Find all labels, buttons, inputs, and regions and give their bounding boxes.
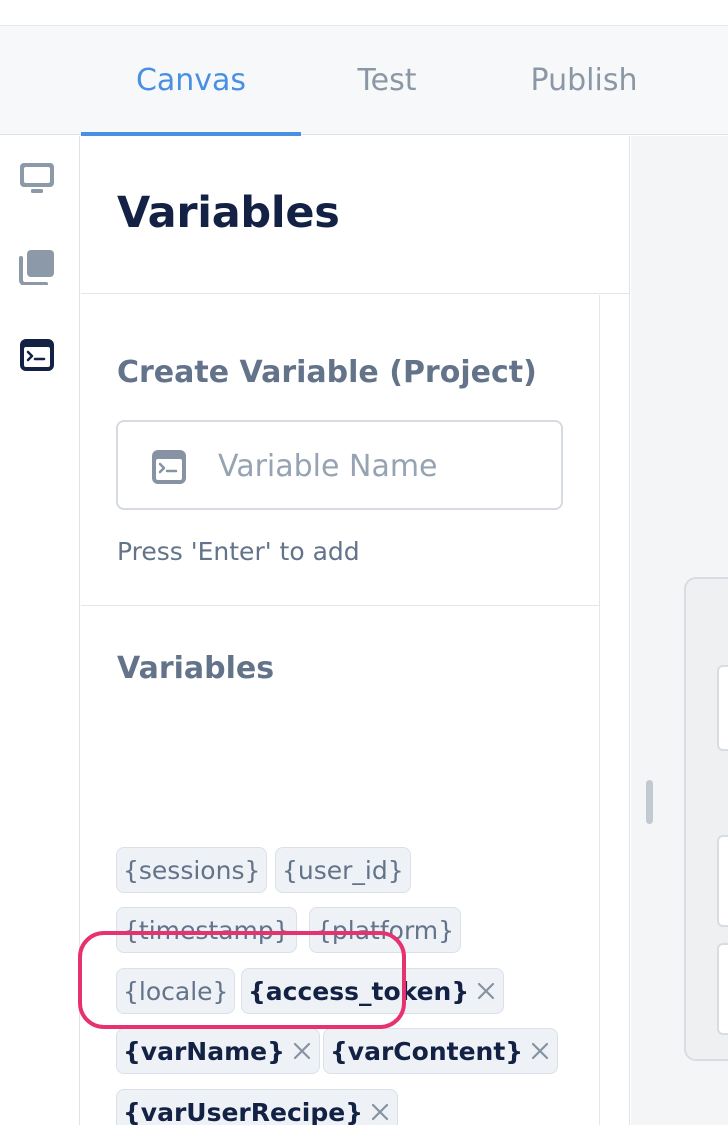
variable-icon — [152, 450, 186, 484]
variable-chip-label: {locale} — [123, 976, 229, 1006]
panel-scroll-track — [599, 295, 600, 1125]
block-step[interactable] — [717, 665, 728, 751]
remove-icon[interactable] — [529, 1040, 551, 1062]
create-variable-heading: Create Variable (Project) — [117, 355, 537, 390]
canvas-block[interactable] — [684, 577, 728, 1061]
block-step[interactable] — [717, 835, 728, 927]
page-title: Variables — [117, 188, 340, 238]
variable-name-input[interactable] — [218, 440, 548, 492]
block-step[interactable] — [717, 943, 728, 1035]
variable-chip[interactable]: {varContent} — [323, 1028, 559, 1074]
variable-chip[interactable]: {sessions} — [116, 847, 268, 893]
variable-chip-label: {varContent} — [330, 1036, 524, 1066]
remove-icon[interactable] — [291, 1040, 313, 1062]
variable-chip[interactable]: {locale} — [116, 968, 236, 1014]
variables-icon[interactable] — [18, 336, 56, 374]
monitor-icon[interactable] — [18, 160, 56, 198]
variable-chip-label: {platform} — [316, 915, 455, 945]
variable-chip[interactable]: {access_token} — [241, 968, 505, 1014]
variable-chip-label: {varName} — [123, 1036, 285, 1066]
variable-chip[interactable]: {platform} — [309, 907, 462, 953]
variables-list-heading: Variables — [117, 651, 275, 686]
panel-header: Variables — [81, 136, 629, 294]
tab-canvas[interactable]: Canvas — [81, 26, 301, 136]
variable-chip[interactable]: {timestamp} — [116, 907, 297, 953]
enter-hint: Press 'Enter' to add — [117, 537, 360, 566]
tab-bar: Canvas Test Publish — [0, 26, 728, 136]
variable-name-field[interactable] — [116, 420, 563, 510]
variable-chip-label: {sessions} — [123, 855, 261, 885]
top-strip — [0, 0, 728, 26]
side-rail — [0, 136, 80, 1125]
variables-list-section: Variables {sessions} {user_id} {timestam… — [81, 607, 599, 1125]
remove-icon[interactable] — [369, 1101, 391, 1123]
variable-chip-label: {user_id} — [282, 855, 404, 885]
variable-chip[interactable]: {user_id} — [275, 847, 411, 893]
library-icon[interactable] — [18, 248, 56, 286]
variable-chip-label: {varUserRecipe} — [123, 1097, 364, 1125]
variable-chip-highlighted[interactable]: {varUserRecipe} — [116, 1089, 399, 1125]
variable-chip[interactable]: {varName} — [116, 1028, 320, 1074]
variables-panel: Variables Create Variable (Project) Pres… — [81, 136, 630, 1125]
canvas-area[interactable] — [631, 136, 728, 1125]
panel-resize-handle[interactable] — [646, 780, 653, 824]
create-variable-section: Create Variable (Project) Press 'Enter' … — [81, 295, 599, 606]
tab-publish[interactable]: Publish — [506, 26, 662, 135]
tab-test[interactable]: Test — [320, 26, 454, 135]
variable-chip-label: {timestamp} — [123, 915, 290, 945]
remove-icon[interactable] — [475, 980, 497, 1002]
variable-chip-label: {access_token} — [248, 976, 470, 1006]
